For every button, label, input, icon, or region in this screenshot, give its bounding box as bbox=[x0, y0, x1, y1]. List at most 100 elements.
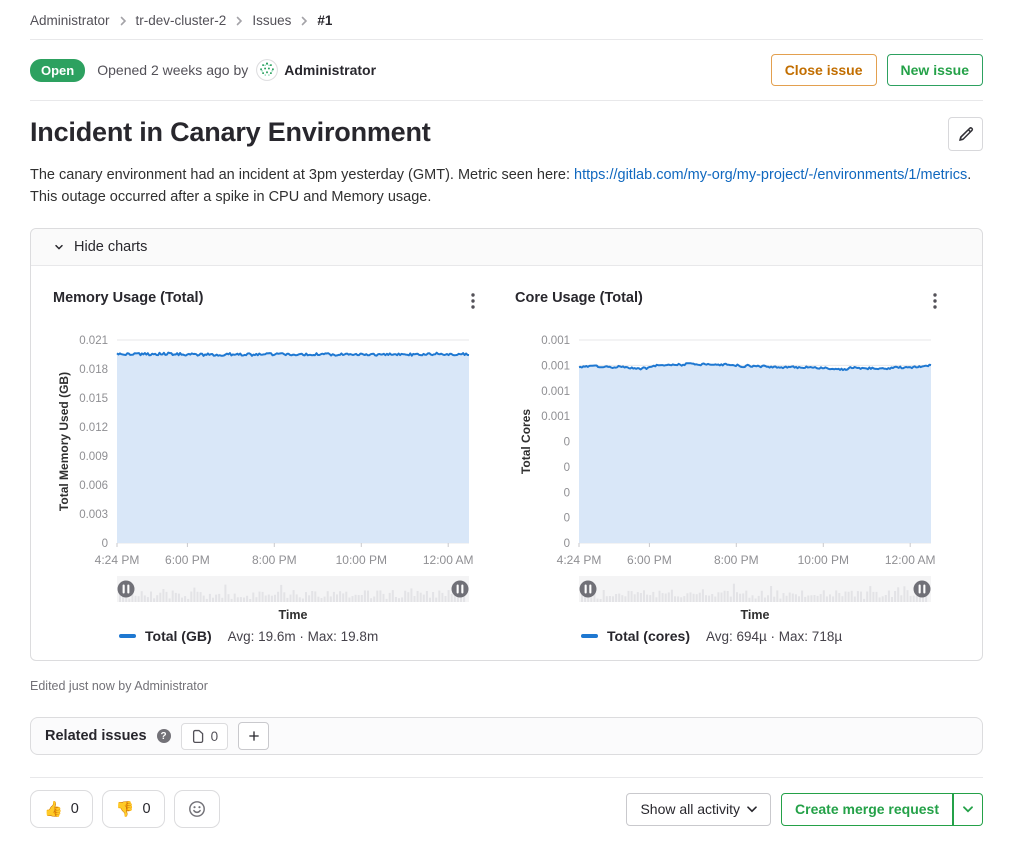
breadcrumb: Administrator tr-dev-cluster-2 Issues #1 bbox=[30, 0, 983, 40]
add-related-issue-button[interactable] bbox=[238, 722, 269, 750]
x-axis-title: Time bbox=[579, 608, 931, 622]
core-usage-chart: Core Usage (Total) 0.0010.0010.0010.0010… bbox=[515, 290, 945, 644]
svg-text:8:00 PM: 8:00 PM bbox=[714, 553, 759, 567]
svg-text:4:24 PM: 4:24 PM bbox=[95, 553, 140, 567]
breadcrumb-separator-icon bbox=[300, 15, 308, 27]
svg-text:0: 0 bbox=[564, 513, 570, 525]
breadcrumb-project[interactable]: tr-dev-cluster-2 bbox=[136, 13, 227, 28]
svg-text:10:00 PM: 10:00 PM bbox=[336, 553, 387, 567]
svg-text:0.003: 0.003 bbox=[79, 509, 108, 521]
svg-text:12:00 AM: 12:00 AM bbox=[885, 553, 936, 567]
issue-status-bar: Open Opened 2 weeks ago by Administ bbox=[30, 40, 983, 101]
svg-text:4:24 PM: 4:24 PM bbox=[557, 553, 602, 567]
chart-kebab-menu-button[interactable] bbox=[463, 290, 483, 312]
x-axis-title: Time bbox=[117, 608, 469, 622]
issue-footer: 👍 0 👎 0 Show all activity Create merge r… bbox=[30, 777, 983, 828]
chart-title: Memory Usage (Total) bbox=[53, 290, 203, 306]
brush-handle-left[interactable] bbox=[118, 581, 135, 598]
svg-text:6:00 PM: 6:00 PM bbox=[165, 553, 210, 567]
hide-charts-label: Hide charts bbox=[74, 239, 147, 255]
chart-plot-area[interactable]: 0.0210.0180.0150.0120.0090.0060.0030Tota… bbox=[53, 320, 483, 604]
related-issues-count: 0 bbox=[211, 729, 219, 744]
related-issues-title: Related issues bbox=[45, 728, 147, 744]
svg-text:6:00 PM: 6:00 PM bbox=[627, 553, 672, 567]
svg-text:0.006: 0.006 bbox=[79, 480, 108, 492]
author-name[interactable]: Administrator bbox=[284, 62, 376, 78]
svg-text:Total Memory Used (GB): Total Memory Used (GB) bbox=[57, 372, 71, 511]
svg-text:12:00 AM: 12:00 AM bbox=[423, 553, 474, 567]
thumbs-up-icon: 👍 bbox=[44, 800, 63, 818]
hide-charts-toggle[interactable]: Hide charts bbox=[31, 229, 982, 266]
issue-description: The canary environment had an incident a… bbox=[30, 165, 983, 208]
edited-note: Edited just now by Administrator bbox=[30, 679, 983, 693]
thumbs-up-count: 0 bbox=[71, 801, 79, 817]
chart-legend[interactable]: Total (GB) Avg: 19.6m · Max: 19.8m bbox=[119, 628, 483, 644]
svg-text:10:00 PM: 10:00 PM bbox=[798, 553, 849, 567]
kebab-icon bbox=[471, 293, 475, 309]
svg-text:0.001: 0.001 bbox=[541, 360, 570, 372]
chart-plot-area[interactable]: 0.001 0.001 0.001 0.001 0 0 0 0 0 Total Cores 4:24… bbox=[515, 320, 945, 604]
avatar[interactable] bbox=[256, 59, 278, 81]
svg-text:0.001: 0.001 bbox=[541, 411, 570, 423]
legend-series-name: Total (cores) bbox=[607, 628, 690, 644]
activity-filter-label: Show all activity bbox=[640, 801, 740, 817]
svg-text:0.001: 0.001 bbox=[541, 386, 570, 398]
status-badge: Open bbox=[30, 59, 85, 82]
thumbs-down-button[interactable]: 👎 0 bbox=[102, 790, 165, 828]
issue-page: Administrator tr-dev-cluster-2 Issues #1… bbox=[0, 0, 1013, 828]
svg-text:0.001: 0.001 bbox=[541, 335, 570, 347]
thumbs-up-button[interactable]: 👍 0 bbox=[30, 790, 93, 828]
related-issues-widget: Related issues ? 0 bbox=[30, 717, 983, 755]
help-icon[interactable]: ? bbox=[157, 729, 171, 743]
svg-text:Total Cores: Total Cores bbox=[519, 409, 533, 474]
chart-kebab-menu-button[interactable] bbox=[925, 290, 945, 312]
memory-usage-chart: Memory Usage (Total) 0.0210.0180.0150.01… bbox=[53, 290, 483, 644]
breadcrumb-issue-number: #1 bbox=[317, 13, 332, 28]
chevron-down-icon bbox=[53, 241, 65, 253]
metrics-charts-panel: Hide charts Memory Usage (Total) 0.021 0.… bbox=[30, 228, 983, 661]
create-merge-request-split-button: Create merge request bbox=[781, 793, 983, 826]
metrics-link[interactable]: https://gitlab.com/my-org/my-project/-/e… bbox=[574, 167, 967, 183]
page-title: Incident in Canary Environment bbox=[30, 117, 431, 148]
brush-handle-right[interactable] bbox=[914, 581, 931, 598]
add-emoji-button[interactable] bbox=[174, 790, 220, 828]
thumbs-down-count: 0 bbox=[142, 801, 150, 817]
chevron-down-icon bbox=[963, 806, 973, 813]
new-issue-button[interactable]: New issue bbox=[887, 54, 983, 86]
svg-text:0.009: 0.009 bbox=[79, 451, 108, 463]
legend-series-name: Total (GB) bbox=[145, 628, 212, 644]
description-text: The canary environment had an incident a… bbox=[30, 167, 574, 183]
activity-filter-dropdown[interactable]: Show all activity bbox=[626, 793, 771, 826]
legend-swatch bbox=[119, 634, 136, 638]
svg-text:0.012: 0.012 bbox=[79, 422, 108, 434]
svg-text:0: 0 bbox=[564, 538, 570, 550]
svg-text:0.018: 0.018 bbox=[79, 364, 108, 376]
edit-title-button[interactable] bbox=[948, 117, 983, 151]
chart-legend[interactable]: Total (cores) Avg: 694µ · Max: 718µ bbox=[581, 628, 945, 644]
breadcrumb-separator-icon bbox=[119, 15, 127, 27]
svg-text:0: 0 bbox=[564, 487, 570, 499]
create-merge-request-button[interactable]: Create merge request bbox=[781, 793, 953, 826]
create-merge-request-dropdown-toggle[interactable] bbox=[953, 793, 983, 826]
brush-handle-left[interactable] bbox=[580, 581, 597, 598]
close-issue-button[interactable]: Close issue bbox=[771, 54, 877, 86]
kebab-icon bbox=[933, 293, 937, 309]
svg-text:8:00 PM: 8:00 PM bbox=[252, 553, 297, 567]
breadcrumb-issues[interactable]: Issues bbox=[252, 13, 291, 28]
brush-handle-right[interactable] bbox=[452, 581, 469, 598]
legend-series-stats: Avg: 19.6m · Max: 19.8m bbox=[228, 629, 379, 644]
opened-text: Opened 2 weeks ago by bbox=[97, 62, 248, 78]
legend-series-stats: Avg: 694µ · Max: 718µ bbox=[706, 629, 842, 644]
award-emoji-group: 👍 0 👎 0 bbox=[30, 790, 220, 828]
svg-text:0: 0 bbox=[564, 437, 570, 449]
chart-title: Core Usage (Total) bbox=[515, 290, 643, 306]
plus-icon bbox=[247, 729, 261, 743]
svg-text:0: 0 bbox=[564, 462, 570, 474]
svg-text:0.021: 0.021 bbox=[79, 335, 108, 347]
breadcrumb-administrator[interactable]: Administrator bbox=[30, 13, 110, 28]
breadcrumb-separator-icon bbox=[235, 15, 243, 27]
chevron-down-icon bbox=[747, 806, 757, 813]
legend-swatch bbox=[581, 634, 598, 638]
smiley-icon bbox=[188, 800, 206, 818]
issue-icon bbox=[191, 729, 205, 743]
